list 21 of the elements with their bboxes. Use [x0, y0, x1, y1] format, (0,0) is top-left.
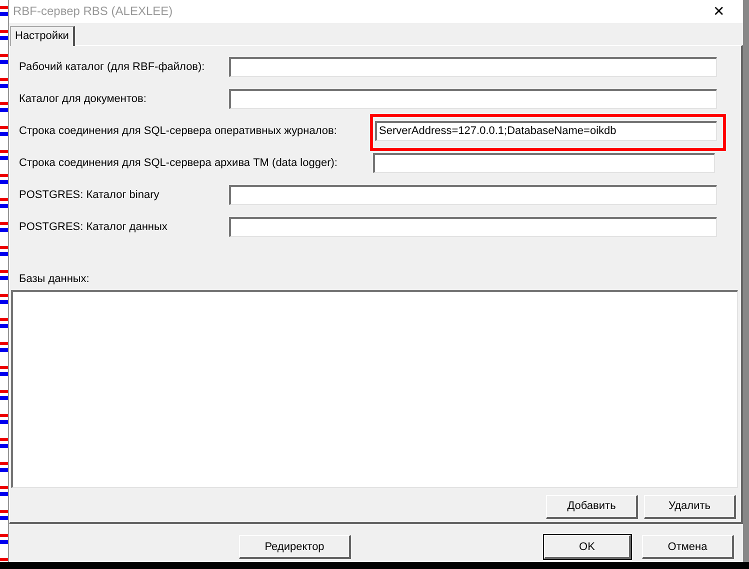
close-button[interactable]: ✕	[701, 0, 737, 22]
field-label: Каталог для документов:	[19, 92, 148, 105]
dialog-button[interactable]: Отмена	[642, 535, 734, 560]
field-label: Строка соединения для SQL-сервера оперативных журналов:	[19, 124, 338, 137]
input-field[interactable]: ServerAddress=127.0.0.1;DatabaseName=oikdb	[375, 120, 717, 141]
field-label: POSTGRES: Каталог binary	[19, 188, 160, 201]
field-label: Рабочий каталог (для RBF-файлов):	[19, 60, 206, 73]
input-field[interactable]	[229, 216, 717, 237]
input-field[interactable]	[229, 88, 717, 109]
input-field[interactable]	[229, 56, 717, 77]
dialog-button[interactable]: OK	[544, 535, 631, 560]
field-label: Строка соединения для SQL-сервера архива ТМ (data logger):	[19, 156, 338, 169]
list-action-button[interactable]: Удалить	[644, 494, 736, 519]
list-action-button[interactable]: Добавить	[546, 494, 638, 519]
field-label: POSTGRES: Каталог данных	[19, 220, 168, 233]
redirector-button[interactable]: Редиректор	[239, 535, 351, 560]
databases-label: Базы данных:	[19, 272, 90, 285]
input-field[interactable]	[373, 152, 715, 173]
input-field[interactable]	[229, 184, 717, 205]
settings-tab[interactable]: Настройки	[10, 26, 75, 46]
window-title: RBF-сервер RBS (ALEXLEE)	[13, 4, 173, 18]
